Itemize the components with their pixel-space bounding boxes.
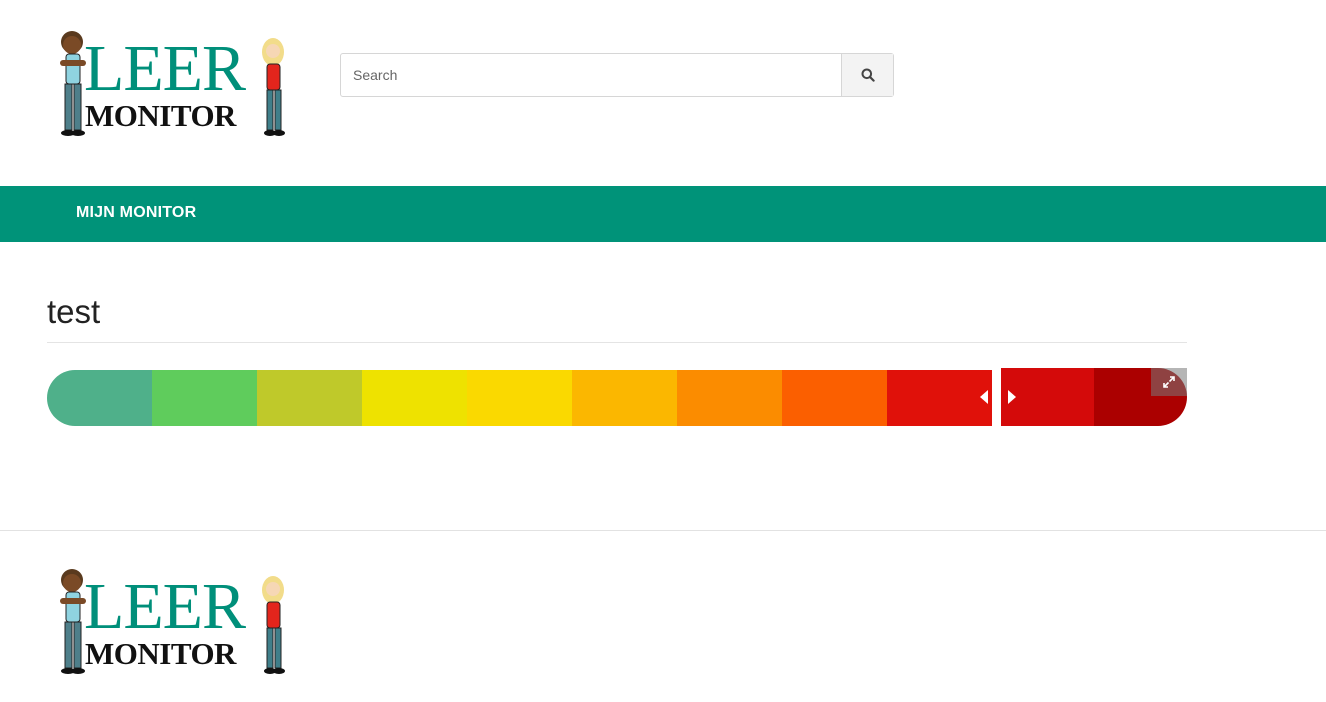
search-icon	[861, 68, 875, 82]
logo-text-leer: LEER	[84, 32, 246, 105]
expand-icon	[1163, 376, 1175, 388]
footer-logo[interactable]: LEER MONITOR	[54, 568, 294, 682]
gallery-prev-button[interactable]	[977, 386, 991, 408]
page-title: test	[47, 293, 101, 330]
color-segment	[782, 370, 887, 426]
nav-item-mijn-monitor[interactable]: MIJN MONITOR	[76, 204, 196, 222]
caret-right-icon	[1008, 390, 1016, 404]
footer-divider	[0, 530, 1326, 531]
caret-left-icon	[980, 390, 988, 404]
color-segment	[257, 370, 362, 426]
color-segment	[677, 370, 782, 426]
gallery-next-button[interactable]	[1005, 386, 1019, 408]
girl-figure-icon	[262, 576, 285, 674]
color-segment	[47, 370, 152, 426]
logo-text-monitor: MONITOR	[85, 98, 236, 133]
search-button[interactable]	[841, 54, 893, 96]
search-input[interactable]	[341, 54, 841, 96]
title-divider	[47, 342, 1187, 343]
gallery-expand-button[interactable]	[1151, 368, 1187, 396]
logo-text-leer: LEER	[84, 570, 246, 643]
gallery-main-image[interactable]	[47, 370, 992, 426]
color-segment	[362, 370, 467, 426]
color-segment	[152, 370, 257, 426]
color-segment	[467, 370, 572, 426]
main-navbar: MIJN MONITOR	[0, 186, 1326, 242]
color-segment	[572, 370, 677, 426]
search-bar	[340, 53, 894, 97]
logo-text-monitor: MONITOR	[85, 636, 236, 671]
site-logo[interactable]: LEER MONITOR	[54, 30, 294, 144]
image-gallery	[47, 368, 1187, 426]
girl-figure-icon	[262, 38, 285, 136]
